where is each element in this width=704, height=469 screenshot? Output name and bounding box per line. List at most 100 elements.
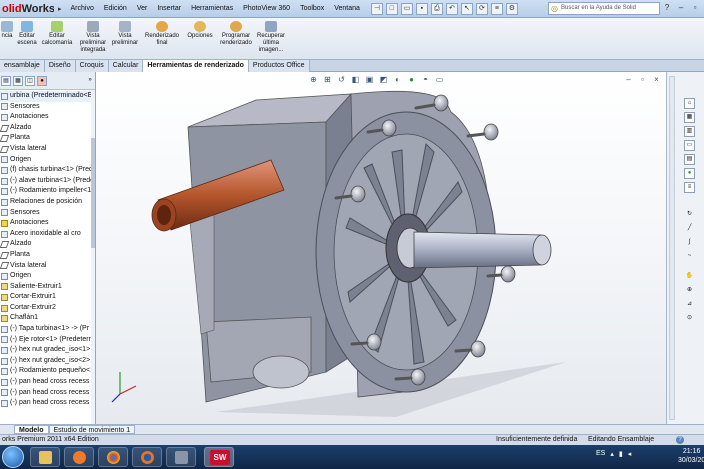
cmd-options[interactable]: Opciones	[184, 21, 216, 40]
clock[interactable]: 21:16 30/03/20	[678, 447, 704, 465]
tree-item[interactable]: Chaflán1	[0, 313, 95, 324]
cmd-render[interactable]: ncia	[0, 21, 14, 40]
graphics-area[interactable]: ⊕ ⊞ ↺ ◧ ▣ ◩ ◐ ● ◓ ▭ – ▫ ×	[96, 72, 666, 424]
tree-item[interactable]: (-) pan head cross recess sc	[0, 377, 95, 388]
save-icon[interactable]: ▪	[415, 2, 428, 15]
start-button[interactable]	[2, 446, 24, 468]
tree-item[interactable]: Sensores	[0, 102, 95, 113]
tree-item[interactable]: Acero inoxidable al cro	[0, 229, 95, 240]
print-icon[interactable]: ⎙	[430, 2, 443, 15]
custom-properties-icon[interactable]: ≡	[684, 182, 695, 193]
tree-item[interactable]: (-) Tapa turbina<1> -> (Pr	[0, 324, 95, 335]
tree-item[interactable]: (-) hex nut gradec_iso<1> (	[0, 345, 95, 356]
pan-hand-icon[interactable]: ✋	[684, 272, 695, 283]
menu-ver[interactable]: Ver	[132, 5, 153, 13]
taskbar-firefox[interactable]	[132, 447, 162, 467]
spline-icon[interactable]: ~	[684, 252, 695, 263]
rebuild-icon[interactable]: ⟳	[475, 2, 488, 15]
view-palette-icon[interactable]: ▤	[684, 154, 695, 165]
file-explorer-icon[interactable]: ▭	[684, 140, 695, 151]
cmd-integrated-preview[interactable]: Vista preliminar integrada	[78, 21, 108, 54]
menu-insertar[interactable]: Insertar	[152, 5, 186, 13]
volume-icon[interactable]: ◂	[628, 450, 632, 458]
zoom-icon[interactable]: ⊕	[684, 286, 695, 297]
tree-item[interactable]: (-) Rodamiento pequeño<1	[0, 366, 95, 377]
menu-herramientas[interactable]: Herramientas	[186, 5, 238, 13]
tree-item[interactable]: (f) chasis turbina<1> (Pred	[0, 165, 95, 176]
measure-icon[interactable]: ⊿	[684, 300, 695, 311]
minimize-icon[interactable]: –	[676, 3, 686, 13]
file-properties-icon[interactable]: ≡	[490, 2, 503, 15]
tree-item[interactable]: Relaciones de posición	[0, 197, 95, 208]
tab-croquis[interactable]: Croquis	[75, 60, 109, 72]
tree-item[interactable]: Vista lateral	[0, 144, 95, 155]
tray-arrow-icon[interactable]: ▴	[610, 450, 614, 458]
tree-item[interactable]: Saliente-Extruir1	[0, 282, 95, 293]
menu-ventana[interactable]: Ventana	[329, 5, 365, 13]
cmd-preview-window[interactable]: Vista preliminar	[110, 21, 140, 47]
help-icon[interactable]: ?	[662, 3, 672, 13]
tree-item[interactable]: (-) pan head cross recess sc	[0, 398, 95, 409]
taskbar-app[interactable]	[166, 447, 196, 467]
sketch-line-icon[interactable]: ╱	[684, 224, 695, 235]
feature-manager-icon[interactable]: ▤	[1, 75, 11, 86]
tree-item[interactable]: Cortar-Extruir1	[0, 292, 95, 303]
network-icon[interactable]: ▮	[619, 450, 623, 458]
turbine-model[interactable]	[96, 72, 666, 424]
tree-item[interactable]: Planta	[0, 250, 95, 261]
tree-item[interactable]: (-) hex nut gradec_iso<2> (	[0, 356, 95, 367]
curve-icon[interactable]: ∫	[684, 238, 695, 249]
cmd-edit-scene[interactable]: Editar escena	[15, 21, 39, 47]
app-logo[interactable]: olidWorks	[0, 3, 54, 15]
new-document-icon[interactable]: □	[385, 2, 398, 15]
cmd-edit-decal[interactable]: Editar calcomanía	[41, 21, 73, 47]
tab-productos-office[interactable]: Productos Office	[248, 60, 310, 72]
home-icon[interactable]: ⌂	[684, 98, 695, 109]
tree-item[interactable]: (-) Rodamiento impeller<1	[0, 186, 95, 197]
tree-item[interactable]: Planta	[0, 133, 95, 144]
tab-estudio-movimiento[interactable]: Estudio de movimiento 1	[48, 425, 136, 434]
property-manager-icon[interactable]: ▦	[13, 75, 23, 86]
rotate-icon[interactable]: ↻	[684, 210, 695, 221]
menu-photoview[interactable]: PhotoView 360	[238, 5, 295, 13]
taskbar-solidworks[interactable]: SW	[204, 447, 234, 467]
tree-item[interactable]: Vista lateral	[0, 261, 95, 272]
options-gear-icon[interactable]: ⚙	[505, 2, 518, 15]
pin-icon[interactable]: ⊣	[370, 2, 383, 15]
configuration-icon[interactable]: ◫	[25, 75, 35, 86]
tab-herramientas-renderizado[interactable]: Herramientas de renderizado	[143, 60, 249, 72]
tree-item[interactable]: Cortar-Extruir2	[0, 303, 95, 314]
tree-item[interactable]: (-) alave turbina<1> (Prede	[0, 176, 95, 187]
tree-item[interactable]: Origen	[0, 271, 95, 282]
taskbar-explorer[interactable]	[30, 447, 60, 467]
expand-panel-icon[interactable]: »	[85, 76, 95, 86]
status-help-icon[interactable]: ?	[676, 436, 684, 444]
taskbar-chrome[interactable]	[98, 447, 128, 467]
tab-calcular[interactable]: Calcular	[108, 60, 144, 72]
undo-icon[interactable]: ↶	[445, 2, 458, 15]
taskbar-media[interactable]	[64, 447, 94, 467]
cmd-recover-image[interactable]: Recuperar última imagen...	[256, 21, 286, 54]
tab-diseno[interactable]: Diseño	[44, 60, 76, 72]
menu-edicion[interactable]: Edición	[99, 5, 132, 13]
tab-modelo[interactable]: Modelo	[14, 425, 49, 434]
tree-item[interactable]: Alzado	[0, 123, 95, 134]
language-indicator[interactable]: ES	[596, 450, 605, 458]
tree-item[interactable]: urbina (Predeterminado<Est	[0, 91, 95, 102]
tree-item[interactable]: (-) Eje rotor<1> (Predeterm	[0, 335, 95, 346]
menu-archivo[interactable]: Archivo	[66, 5, 99, 13]
help-search-input[interactable]: ◎ Buscar en la Ayuda de Solid	[548, 2, 660, 15]
design-library-icon[interactable]: ▥	[684, 126, 695, 137]
appearance-icon[interactable]: ●	[37, 75, 47, 86]
tree-item[interactable]: (-) pan head cross recess sc	[0, 388, 95, 399]
resources-icon[interactable]: ▦	[684, 112, 695, 123]
tree-item[interactable]: Anotaciones	[0, 218, 95, 229]
tree-item[interactable]: Alzado	[0, 239, 95, 250]
tree-scrollbar-thumb[interactable]	[91, 138, 95, 248]
menu-toolbox[interactable]: Toolbox	[295, 5, 329, 13]
cmd-final-render[interactable]: Renderizado final	[143, 21, 181, 47]
open-folder-icon[interactable]: ▭	[400, 2, 413, 15]
menu-expand-icon[interactable]: ▸	[54, 5, 66, 13]
select-icon[interactable]: ↖	[460, 2, 473, 15]
properties-icon[interactable]: ⊙	[684, 314, 695, 325]
